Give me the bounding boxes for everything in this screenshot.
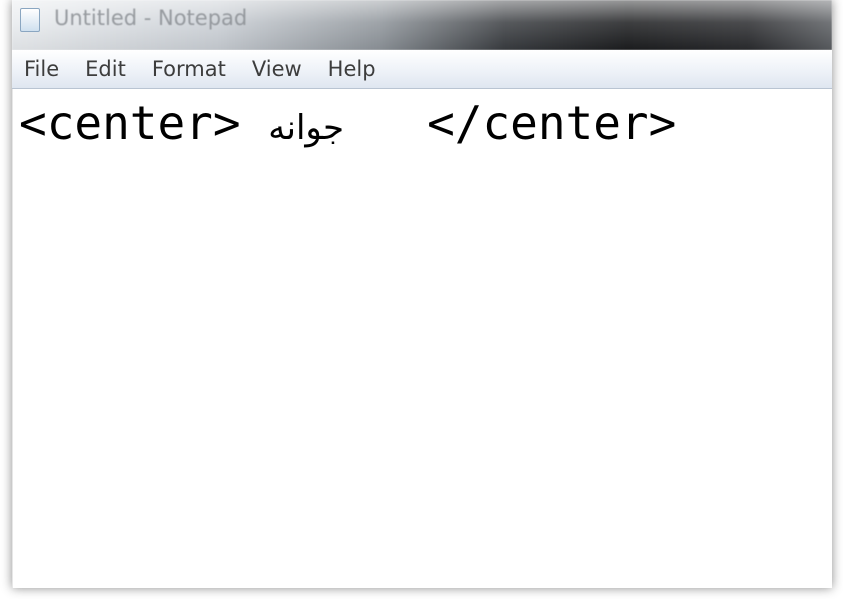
menu-view[interactable]: View <box>240 57 302 81</box>
menu-help[interactable]: Help <box>316 57 376 81</box>
menu-format[interactable]: Format <box>140 57 226 81</box>
text-editor-area[interactable]: <center> جوانه </center> <box>12 89 832 588</box>
menu-bar: File Edit Format View Help <box>12 50 832 89</box>
open-center-tag: <center> <box>19 96 269 150</box>
menu-edit[interactable]: Edit <box>73 57 126 81</box>
editor-line: <center> جوانه </center> <box>19 95 676 156</box>
notepad-icon[interactable] <box>20 8 40 32</box>
arabic-word: جوانه <box>268 108 344 148</box>
menu-file[interactable]: File <box>12 57 59 81</box>
window-title: Untitled - Notepad <box>54 6 248 30</box>
close-center-tag: </center> <box>343 96 677 150</box>
notepad-window: Untitled - Notepad File Edit Format View… <box>12 0 832 588</box>
